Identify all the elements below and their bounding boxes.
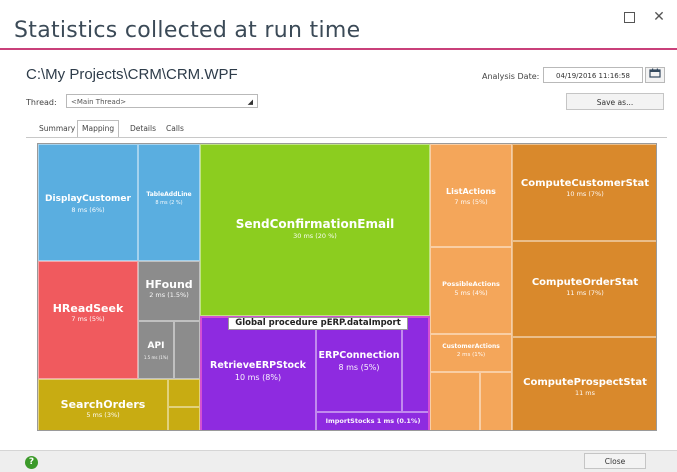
cell-value: 10 ms (7%) [566,190,604,198]
title-accent-line [0,48,677,50]
cell-name: SendConfirmationEmail [235,217,395,231]
treemap-cell-searchorders[interactable]: SearchOrders 5 ms (3%) [38,379,168,430]
treemap-cell-sendconfirmationemail[interactable]: SendConfirmationEmail 30 ms (20 %) [200,144,430,316]
cell-name: ComputeCustomerStat [520,178,650,189]
cell-value: 7 ms (5%) [71,315,105,323]
thread-label: Thread: [26,98,57,107]
treemap-cell-displaycustomer[interactable]: DisplayCustomer 8 ms (6%) [38,144,138,261]
cell-name: ComputeOrderStat [531,277,639,288]
calendar-button[interactable] [645,67,665,83]
cell-name: HFound [145,278,193,291]
tab-divider [26,137,667,138]
treemap-cell-hreadseek[interactable]: HReadSeek 7 ms (5%) [38,261,138,379]
cell-name: ListActions [446,187,496,196]
cell-value: 11 ms [574,389,596,397]
thread-select[interactable]: <Main Thread> ◢ [66,94,258,108]
cell-value: 8 ms (2 %) [155,200,183,206]
tab-details[interactable]: Details [126,121,160,137]
cell-value: 5 ms (4%) [454,289,488,297]
treemap-cell-customeractions[interactable]: CustomerActions 2 ms (1%) [430,334,512,372]
window-title: Statistics collected at run time [14,18,361,43]
title-bar: Statistics collected at run time ✕ [0,0,677,50]
cell-value: 1.5 ms (1%) [143,355,169,360]
tab-mapping[interactable]: Mapping [77,120,120,138]
cell-name: CustomerActions [442,343,500,350]
treemap-cell-listactions[interactable]: ListActions 7 ms (5%) [430,144,512,247]
close-button[interactable]: Close [584,453,646,469]
project-path: C:\My Projects\CRM\CRM.WPF [26,66,238,83]
analysis-date-field[interactable]: 04/19/2016 11:16:58 [543,67,643,83]
maximize-button[interactable] [618,8,640,26]
analysis-date-label: Analysis Date: [482,72,540,81]
status-bar [0,450,677,472]
treemap-cell-hfound[interactable]: HFound 2 ms (1.5%) [138,261,200,321]
save-as-button[interactable]: Save as... [566,93,664,110]
maximize-icon [623,12,635,23]
treemap-cell-olive-small-1[interactable] [168,379,200,407]
treemap-cell-gray-small[interactable] [174,321,200,379]
statistics-window: Statistics collected at run time ✕ C:\My… [0,0,677,472]
cell-name: HReadSeek [52,302,124,315]
thread-value: <Main Thread> [71,98,127,106]
help-icon[interactable]: ? [25,456,38,469]
treemap: DisplayCustomer 8 ms (6%) TableAddLine 8… [37,143,657,431]
treemap-cell-orange-small-2[interactable] [480,372,512,430]
cell-value: 30 ms (20 %) [293,232,337,240]
cell-value: 2 ms (1%) [456,352,486,358]
dropdown-arrow-icon: ◢ [247,98,253,106]
treemap-cell-computecustomerstat[interactable]: ComputeCustomerStat 10 ms (7%) [512,144,656,241]
cell-name: API [147,341,165,351]
treemap-cell-tableaddline[interactable]: TableAddLine 8 ms (2 %) [138,144,200,261]
tab-calls[interactable]: Calls [162,121,188,137]
cell-name: SearchOrders [60,398,146,411]
treemap-cell-possibleactions[interactable]: PossibleActions 5 ms (4%) [430,247,512,334]
treemap-cell-api[interactable]: API 1.5 ms (1%) [138,321,174,379]
tab-summary[interactable]: Summary [35,121,79,137]
calendar-icon [649,68,661,78]
cell-name: ComputeProspectStat [523,377,647,388]
cell-value: 7 ms (5%) [454,198,488,206]
treemap-cell-computeorderstat[interactable]: ComputeOrderStat 11 ms (7%) [512,241,656,337]
treemap-cell-computeprospectstat[interactable]: ComputeProspectStat 11 ms [512,337,656,430]
treemap-cell-orange-small-1[interactable] [430,372,480,430]
cell-value: 2 ms (1.5%) [149,291,189,299]
cell-name: PossibleActions [442,280,500,288]
cell-value: 8 ms (6%) [71,206,105,214]
close-window-button[interactable]: ✕ [648,8,670,26]
cell-name: DisplayCustomer [45,194,131,204]
cell-value: 11 ms (7%) [566,289,604,297]
group-frame [200,316,430,430]
cell-value: 5 ms (3%) [86,411,120,419]
cell-name: TableAddLine [146,191,192,198]
treemap-cell-olive-small-2[interactable] [168,407,200,430]
group-label: Global procedure pERP.dataImport [228,317,408,330]
